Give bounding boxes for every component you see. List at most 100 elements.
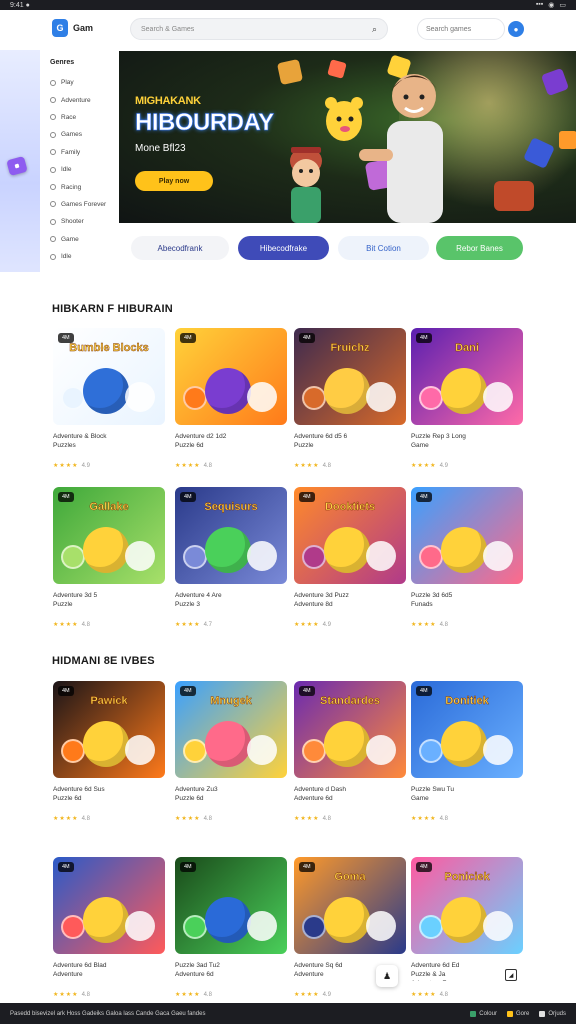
- sidebar-item[interactable]: Idle: [50, 248, 106, 265]
- sidebar-item[interactable]: Games Forever: [50, 196, 106, 213]
- game-card[interactable]: 4M Adventure d2 1d2 Puzzle 6d ★ ★ ★ ★ 4.8: [175, 328, 287, 469]
- filter-pill-4[interactable]: Rebor Banes: [436, 236, 523, 260]
- age-badge: 4M: [416, 492, 432, 502]
- footer-link-3[interactable]: Orjuds: [539, 1010, 566, 1017]
- game-name[interactable]: Puzzle 3d 6d5 Funads: [411, 591, 523, 611]
- user-icon[interactable]: ●: [508, 21, 524, 37]
- radio-icon: [50, 114, 56, 121]
- filter-pill-1[interactable]: Abecodfrank: [131, 236, 229, 260]
- game-card[interactable]: 4M Puzzle 3ad Tu2 Adventure 6d ★ ★ ★ ★ 4.8: [175, 857, 287, 998]
- game-thumbnail[interactable]: 4M: [53, 857, 165, 954]
- game-name[interactable]: Adventure 6d d5 6 Puzzle: [294, 432, 406, 452]
- sidebar-item[interactable]: Adventure: [50, 91, 106, 108]
- character-illustration: [125, 911, 155, 941]
- game-card[interactable]: 4M Sequisurs Adventure 4 Are Puzzle 3 ★ ★ ★ ★ 4…: [175, 487, 287, 628]
- game-card[interactable]: 4M Dooktiets Adventure 3d Puzz Adventure 8…: [294, 487, 406, 628]
- game-name[interactable]: Adventure & Block Puzzles: [53, 432, 165, 452]
- star-icon: ★: [300, 816, 306, 822]
- game-logo-text: Goma: [334, 871, 366, 883]
- game-name[interactable]: Puzzle 3ad Tu2 Adventure 6d: [175, 961, 287, 981]
- game-thumbnail[interactable]: 4M: [175, 328, 287, 425]
- game-card[interactable]: 4M Pawick Adventure 6d Sus Puzzle 6d ★ ★ ★ ★ 4.…: [53, 681, 165, 822]
- game-thumbnail[interactable]: 4M Sequisurs: [175, 487, 287, 584]
- age-badge: 4M: [58, 862, 74, 872]
- game-thumbnail[interactable]: 4M Dani: [411, 328, 523, 425]
- secondary-search-placeholder: Search games: [426, 25, 472, 33]
- sidebar-item[interactable]: Racing: [50, 178, 106, 195]
- character-illustration: [419, 739, 443, 763]
- game-logo-text: Dani: [455, 342, 479, 354]
- game-thumbnail[interactable]: 4M Poniciek: [411, 857, 523, 954]
- character-illustration: [324, 721, 370, 767]
- game-name[interactable]: Adventure 6d Sus Puzzle 6d: [53, 785, 165, 805]
- sidebar-item[interactable]: Shooter: [50, 213, 106, 230]
- game-thumbnail[interactable]: 4M Pawick: [53, 681, 165, 778]
- game-thumbnail[interactable]: 4M Dooktiets: [294, 487, 406, 584]
- rating-value: 4.8: [81, 991, 90, 998]
- hero-subtitle: Mone Bfl23: [135, 143, 186, 154]
- game-name[interactable]: Adventure 4 Are Puzzle 3: [175, 591, 287, 611]
- character-illustration: [247, 541, 277, 571]
- secondary-search-input[interactable]: Search games: [417, 18, 505, 40]
- search-input[interactable]: Search & Games ⌕: [130, 18, 388, 40]
- game-card[interactable]: 4M Gallake Adventure 3d 5 Puzzle ★ ★ ★ ★ 4.8: [53, 487, 165, 628]
- sidebar-item[interactable]: Race: [50, 109, 106, 126]
- game-thumbnail[interactable]: 4M Donitiek: [411, 681, 523, 778]
- footer-link-1[interactable]: Colour: [470, 1010, 497, 1017]
- game-name[interactable]: Adventure 3d 5 Puzzle: [53, 591, 165, 611]
- character-illustration: [125, 382, 155, 412]
- game-rating: ★ ★ ★ ★ 4.8: [411, 991, 523, 999]
- game-thumbnail[interactable]: 4M Bumble Blocks: [53, 328, 165, 425]
- person-icon[interactable]: ♟: [376, 965, 398, 987]
- game-thumbnail[interactable]: 4M: [175, 857, 287, 954]
- game-thumbnail[interactable]: 4M Standardes: [294, 681, 406, 778]
- game-card[interactable]: 4M Dani Puzzle Rep 3 Long Game ★ ★ ★ ★ 4.9: [411, 328, 523, 469]
- sidebar-item[interactable]: Idle: [50, 161, 106, 178]
- game-card[interactable]: 4M Bumble Blocks Adventure & Block Puzzles…: [53, 328, 165, 469]
- footer-link-2[interactable]: Gore: [506, 1010, 529, 1017]
- star-icon: ★: [417, 992, 423, 998]
- sidebar-item[interactable]: Family: [50, 144, 106, 161]
- game-thumbnail[interactable]: 4M Fruichz: [294, 328, 406, 425]
- star-icon: ★: [59, 622, 65, 628]
- sidebar-item[interactable]: Game: [50, 231, 106, 248]
- game-thumbnail[interactable]: 4M Goma: [294, 857, 406, 954]
- game-name[interactable]: Adventure 3d Puzz Adventure 8d: [294, 591, 406, 611]
- filter-pill-2[interactable]: Hibecodfrake: [238, 236, 329, 260]
- star-icon: ★: [417, 816, 423, 822]
- character-illustration: [125, 735, 155, 765]
- star-icon: ★: [65, 622, 72, 628]
- game-thumbnail[interactable]: 4M Mnugek: [175, 681, 287, 778]
- sidebar-item[interactable]: Games: [50, 126, 106, 143]
- game-name[interactable]: Adventure Zu3 Puzzle 6d: [175, 785, 287, 805]
- game-name[interactable]: Adventure 6d Blad Adventure: [53, 961, 165, 981]
- brand-logo[interactable]: G Gam: [52, 19, 93, 37]
- game-name[interactable]: Puzzle Swu Tu Game: [411, 785, 523, 805]
- expand-icon[interactable]: ◢: [505, 969, 517, 981]
- game-name[interactable]: Adventure d2 1d2 Puzzle 6d: [175, 432, 287, 452]
- game-logo-text: Pawick: [90, 695, 128, 707]
- game-card[interactable]: 4M Fruichz Adventure 6d d5 6 Puzzle ★ ★ ★ ★ 4.8: [294, 328, 406, 469]
- game-card[interactable]: 4M Donitiek Puzzle Swu Tu Game ★ ★ ★ ★ 4.8: [411, 681, 523, 822]
- hero-play-button[interactable]: Play now: [135, 171, 213, 191]
- hero-title: HIBOURDAY: [135, 109, 275, 137]
- filter-pill-3[interactable]: Bit Cotion: [338, 236, 429, 260]
- game-card[interactable]: 4M Puzzle 3d 6d5 Funads ★ ★ ★ ★ 4.8: [411, 487, 523, 628]
- game-rating: ★ ★ ★ ★ 4.9: [294, 621, 406, 629]
- game-card[interactable]: 4M Standardes Adventure d Dash Adventure 6…: [294, 681, 406, 822]
- footer-text: Pasedd bisevizel ark Hoss Gadeiks Galoa …: [10, 1010, 206, 1017]
- footer-link-3-label: Orjuds: [548, 1010, 566, 1017]
- game-card[interactable]: 4M Adventure 6d Blad Adventure ★ ★ ★ ★ 4.8: [53, 857, 165, 998]
- star-icon: ★: [59, 816, 65, 822]
- sidebar-item[interactable]: Play: [50, 74, 106, 91]
- hero-banner[interactable]: MIGHAKANK HIBOURDAY Mone Bfl23 Play now: [119, 51, 576, 223]
- game-card[interactable]: 4M Mnugek Adventure Zu3 Puzzle 6d ★ ★ ★ ★ 4.8: [175, 681, 287, 822]
- game-thumbnail[interactable]: 4M: [411, 487, 523, 584]
- game-name[interactable]: Puzzle Rep 3 Long Game: [411, 432, 523, 452]
- rating-value: 4.8: [203, 462, 212, 469]
- footer-link-2-icon: [506, 1010, 513, 1017]
- game-rating: ★ ★ ★ ★ 4.8: [175, 462, 287, 470]
- game-thumbnail[interactable]: 4M Gallake: [53, 487, 165, 584]
- game-name[interactable]: Adventure d Dash Adventure 6d: [294, 785, 406, 805]
- search-icon[interactable]: ⌕: [372, 24, 377, 35]
